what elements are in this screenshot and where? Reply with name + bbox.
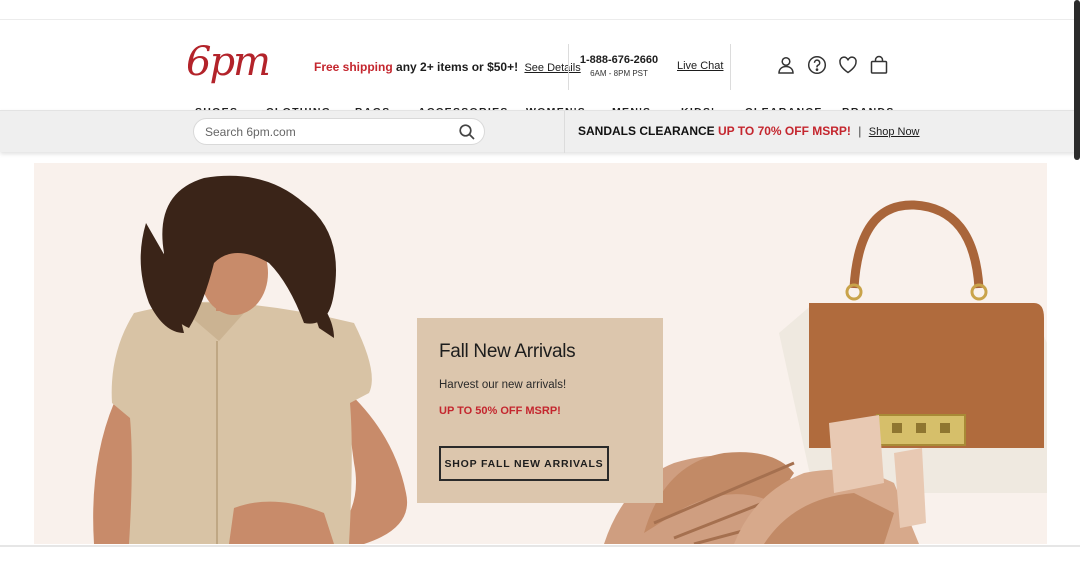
phone-number[interactable]: 1-888-676-2660 <box>578 54 660 66</box>
scrollbar[interactable] <box>1074 0 1080 160</box>
phone-block: 1-888-676-2660 6AM - 8PM PST <box>578 54 660 78</box>
search-icon[interactable] <box>458 123 476 141</box>
sale-separator: | <box>858 124 862 138</box>
header-divider <box>730 44 731 90</box>
sale-title: SANDALS CLEARANCE <box>578 124 715 138</box>
sale-highlight: UP TO 70% OFF MSRP! <box>718 124 851 138</box>
account-icon[interactable] <box>776 55 796 75</box>
shop-now-link[interactable]: Shop Now <box>869 126 920 138</box>
hero-title: Fall New Arrivals <box>439 341 576 362</box>
promo-card: Fall New Arrivals Harvest our new arriva… <box>417 318 663 503</box>
sale-banner: SANDALS CLEARANCE UP TO 70% OFF MSRP! | … <box>578 124 920 138</box>
bag-icon[interactable] <box>869 55 889 75</box>
search-box <box>193 118 485 145</box>
section-divider <box>0 545 1080 547</box>
search-input[interactable] <box>205 123 445 141</box>
live-chat-link[interactable]: Live Chat <box>677 60 723 72</box>
hero-banner[interactable]: Fall New Arrivals Harvest our new arriva… <box>34 163 1047 544</box>
hero-subtitle: Harvest our new arrivals! <box>439 379 567 391</box>
logo[interactable]: 6pm <box>186 42 271 82</box>
shop-fall-arrivals-button[interactable]: SHOP FALL NEW ARRIVALS <box>439 446 609 481</box>
heart-icon[interactable] <box>838 55 858 75</box>
top-strip <box>0 0 1080 20</box>
hero-offer: UP TO 50% OFF MSRP! <box>439 405 561 417</box>
search-bar: SANDALS CLEARANCE UP TO 70% OFF MSRP! | … <box>0 110 1080 153</box>
search-divider <box>564 111 565 153</box>
promo-highlight: Free shipping <box>314 60 393 74</box>
see-details-link[interactable]: See Details <box>524 62 580 74</box>
site-header: 6pm Free shipping any 2+ items or $50+! … <box>0 20 1080 118</box>
header-icons <box>776 55 889 75</box>
model-figure <box>93 175 408 544</box>
promo-text: any 2+ items or $50+! <box>392 60 519 74</box>
phone-hours: 6AM - 8PM PST <box>590 69 648 78</box>
header-divider <box>568 44 569 90</box>
help-icon[interactable] <box>807 55 827 75</box>
shipping-promo: Free shipping any 2+ items or $50+! See … <box>314 60 581 74</box>
